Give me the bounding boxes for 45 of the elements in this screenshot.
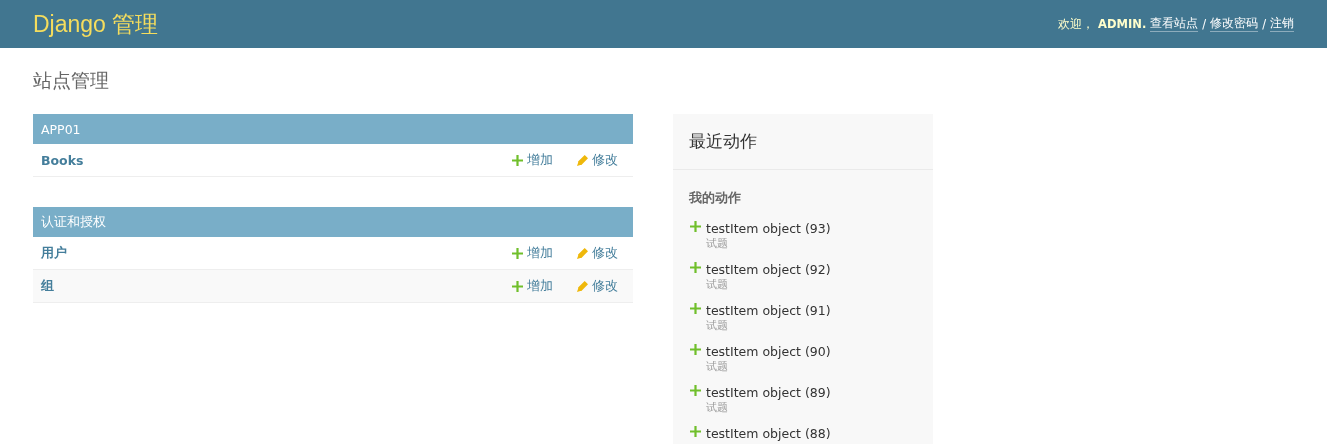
module-caption: APP01 <box>33 114 633 144</box>
panel-title: 最近动作 <box>673 114 933 170</box>
header-link[interactable]: 修改密码 <box>1210 16 1259 32</box>
plus-icon <box>690 262 701 273</box>
change-link[interactable]: 修改 <box>577 244 618 262</box>
content-type: 试题 <box>706 400 729 415</box>
action-link[interactable]: testItem object (92) <box>706 262 831 277</box>
page-title: 站点管理 <box>33 68 110 93</box>
header-link[interactable]: 查看站点 <box>1150 16 1199 32</box>
user-name: ADMIN. <box>1098 17 1147 31</box>
welcome-text: 欢迎， <box>1058 16 1095 32</box>
pencil-icon <box>577 247 588 259</box>
panel-subtitle: 我的动作 <box>689 190 742 207</box>
separator-text: / <box>1202 17 1207 31</box>
content-type: 试题 <box>706 277 729 292</box>
plus-icon <box>690 303 701 314</box>
separator-text: / <box>1262 17 1266 31</box>
plus-icon <box>690 426 701 437</box>
plus-icon <box>512 247 523 259</box>
plus-icon <box>512 154 523 166</box>
add-link[interactable]: 增加 <box>512 277 553 295</box>
plus-icon <box>512 280 523 292</box>
add-link[interactable]: 增加 <box>512 244 553 262</box>
action-link[interactable]: testItem object (91) <box>706 303 831 318</box>
content-type: 试题 <box>706 318 729 333</box>
action-link[interactable]: testItem object (93) <box>706 221 831 236</box>
plus-icon <box>690 221 701 232</box>
module-caption: 认证和授权 <box>33 207 633 237</box>
plus-icon <box>690 344 701 355</box>
action-link[interactable]: testItem object (90) <box>706 344 831 359</box>
content-type: 试题 <box>706 236 729 251</box>
model-link[interactable]: 用户 <box>41 244 488 262</box>
change-link[interactable]: 修改 <box>577 277 618 295</box>
action-link[interactable]: testItem object (88) <box>706 426 831 441</box>
change-link[interactable]: 修改 <box>577 151 618 169</box>
action-link[interactable]: testItem object (89) <box>706 385 831 400</box>
pencil-icon <box>577 154 588 166</box>
site-title: Django 管理 <box>33 9 159 39</box>
content-type: 试题 <box>706 359 729 374</box>
add-link[interactable]: 增加 <box>512 151 553 169</box>
pencil-icon <box>577 280 588 292</box>
header-link[interactable]: 注销 <box>1270 16 1294 32</box>
plus-icon <box>690 385 701 396</box>
model-link[interactable]: 组 <box>41 277 488 295</box>
model-link[interactable]: Books <box>41 152 488 168</box>
